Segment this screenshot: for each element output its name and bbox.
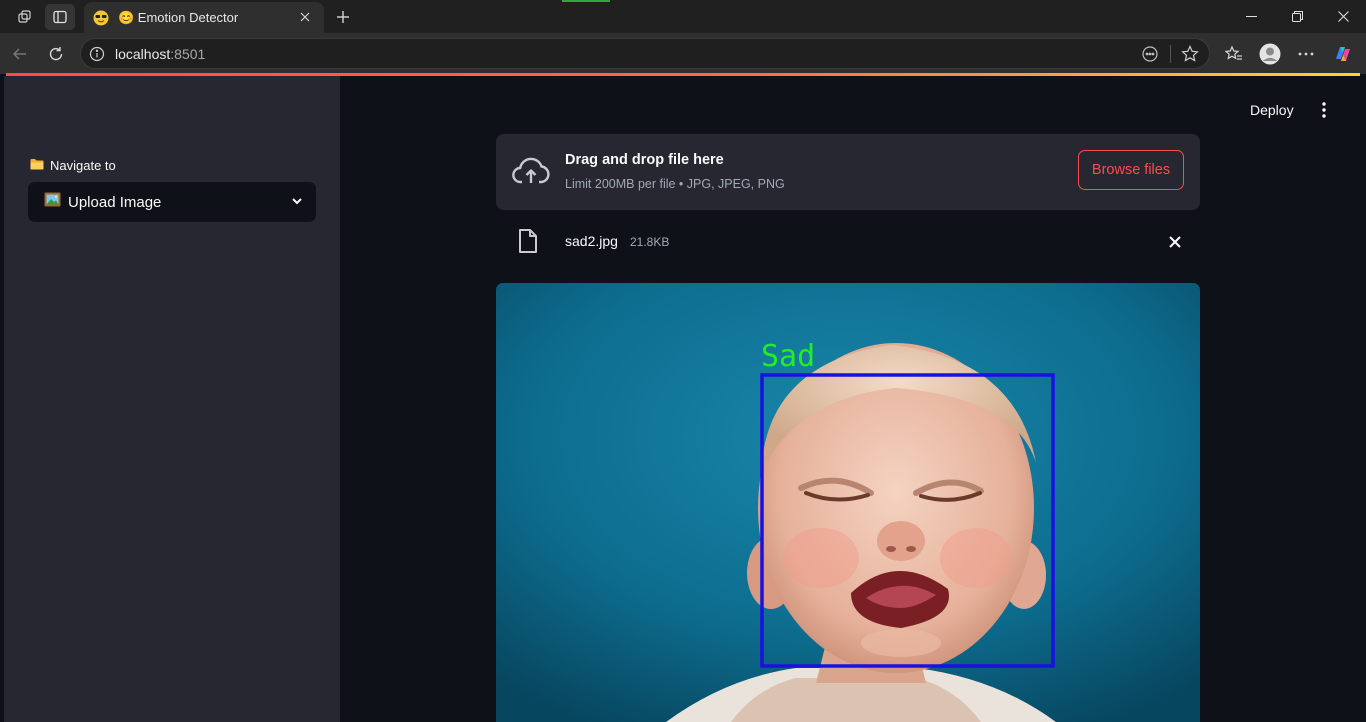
- close-tab-icon[interactable]: [296, 8, 314, 26]
- result-image: Sad: [496, 283, 1200, 722]
- crying-baby-photo: Sad: [496, 283, 1200, 722]
- chevron-down-icon[interactable]: [290, 194, 304, 213]
- main-menu-icon[interactable]: [1314, 100, 1334, 120]
- sidebar: Navigate to Upload Image: [4, 76, 340, 722]
- copilot-icon[interactable]: [1328, 39, 1358, 69]
- browser-tab-strip: 😊 Emotion Detector: [0, 0, 1366, 33]
- browser-menu-icon[interactable]: [1291, 39, 1321, 69]
- dropzone-title: Drag and drop file here: [565, 152, 724, 168]
- address-bar[interactable]: localhost:8501: [80, 38, 1210, 69]
- back-icon[interactable]: [5, 39, 35, 69]
- url-host: localhost: [115, 46, 171, 62]
- profile-avatar-icon[interactable]: [1255, 39, 1285, 69]
- app-container: Navigate to Upload Image Deploy Drag and…: [4, 76, 1360, 722]
- restore-window-button[interactable]: [1274, 0, 1320, 33]
- close-window-button[interactable]: [1320, 0, 1366, 33]
- browser-tab[interactable]: 😊 Emotion Detector: [84, 2, 324, 33]
- dropzone-limit: Limit 200MB per file • JPG, JPEG, PNG: [565, 177, 785, 191]
- omnibox-divider: [1170, 45, 1171, 63]
- tab-title: 😊 Emotion Detector: [118, 9, 239, 25]
- sunglasses-emoji-icon: [92, 9, 110, 27]
- page-select[interactable]: Upload Image: [28, 182, 316, 222]
- minimize-window-button[interactable]: [1228, 0, 1274, 33]
- remove-file-icon[interactable]: [1166, 233, 1184, 251]
- browser-toolbar: localhost:8501: [0, 33, 1366, 74]
- file-size: 21.8KB: [630, 235, 670, 249]
- new-tab-button[interactable]: [330, 4, 356, 30]
- workspaces-icon[interactable]: [10, 4, 40, 30]
- url-text: localhost:8501: [115, 46, 205, 62]
- nav-label: Navigate to: [30, 158, 116, 173]
- file-dropzone[interactable]: Drag and drop file here Limit 200MB per …: [496, 134, 1200, 210]
- folder-icon: [30, 158, 44, 173]
- vertical-tabs-icon[interactable]: [45, 4, 75, 30]
- url-port: :8501: [170, 46, 206, 62]
- file-name: sad2.jpg: [565, 233, 618, 249]
- uploaded-file-row: sad2.jpg 21.8KB: [496, 224, 1200, 260]
- page-select-value: Upload Image: [68, 193, 162, 211]
- reload-icon[interactable]: [41, 39, 71, 69]
- deploy-button[interactable]: Deploy: [1250, 102, 1294, 118]
- emotion-label: Sad: [761, 339, 815, 374]
- favorites-icon[interactable]: [1219, 39, 1249, 69]
- favorite-star-icon[interactable]: [1181, 45, 1199, 68]
- browse-files-button[interactable]: Browse files: [1078, 150, 1184, 190]
- site-info-icon[interactable]: [89, 46, 105, 62]
- reader-mode-icon[interactable]: [1141, 45, 1159, 68]
- cloud-upload-icon: [512, 156, 550, 191]
- file-icon: [518, 228, 538, 259]
- nav-label-text: Navigate to: [50, 158, 116, 173]
- drag-region-indicator: [562, 0, 610, 2]
- framed-picture-icon: [44, 192, 61, 212]
